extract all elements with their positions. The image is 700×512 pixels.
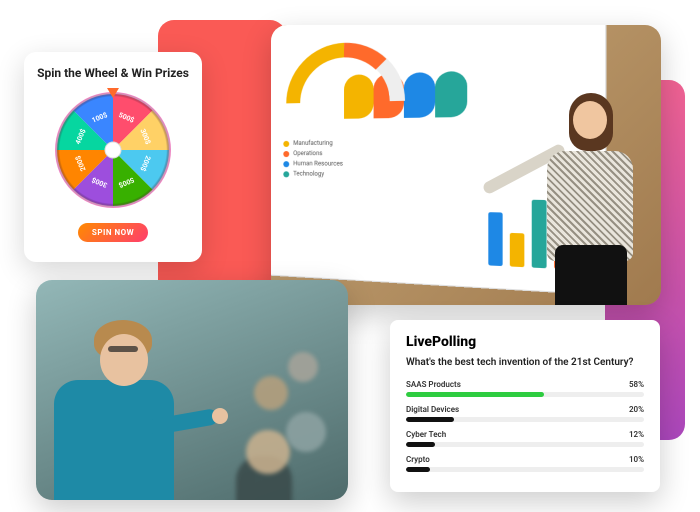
audience-image (36, 280, 348, 500)
poll-option-label: Cyber Tech (406, 430, 446, 439)
poll-option-pct: 12% (629, 430, 644, 439)
wheel-title: Spin the Wheel & Win Prizes (36, 66, 190, 80)
presenter-person (507, 65, 657, 305)
spin-wheel-card: Spin the Wheel & Win Prizes 500$300$200$… (24, 52, 202, 262)
poll-option[interactable]: SAAS Products 58% (406, 380, 644, 397)
poll-option-pct: 10% (629, 455, 644, 464)
prize-wheel[interactable]: 500$300$200$500$300$200$400$100$ (53, 90, 173, 210)
spin-button[interactable]: SPIN NOW (78, 223, 148, 242)
poll-option[interactable]: Cyber Tech 12% (406, 430, 644, 447)
legend-item: Human Resources (293, 160, 343, 168)
poll-question: What's the best tech invention of the 21… (406, 356, 644, 370)
poll-option-label: SAAS Products (406, 380, 461, 389)
poll-option[interactable]: Digital Devices 20% (406, 405, 644, 422)
poll-option[interactable]: Crypto 10% (406, 455, 644, 472)
live-polling-card: LivePolling What's the best tech inventi… (390, 320, 660, 492)
poll-option-pct: 58% (629, 380, 644, 389)
legend-item: Manufacturing (293, 140, 333, 147)
poll-option-label: Digital Devices (406, 405, 459, 414)
poll-option-pct: 20% (629, 405, 644, 414)
legend-item: Operations (293, 150, 322, 157)
poll-option-label: Crypto (406, 455, 430, 464)
legend-item: Technology (293, 170, 324, 178)
poll-title: LivePolling (406, 334, 644, 350)
presenter-image: Manufacturing Operations Human Resources… (271, 25, 661, 305)
